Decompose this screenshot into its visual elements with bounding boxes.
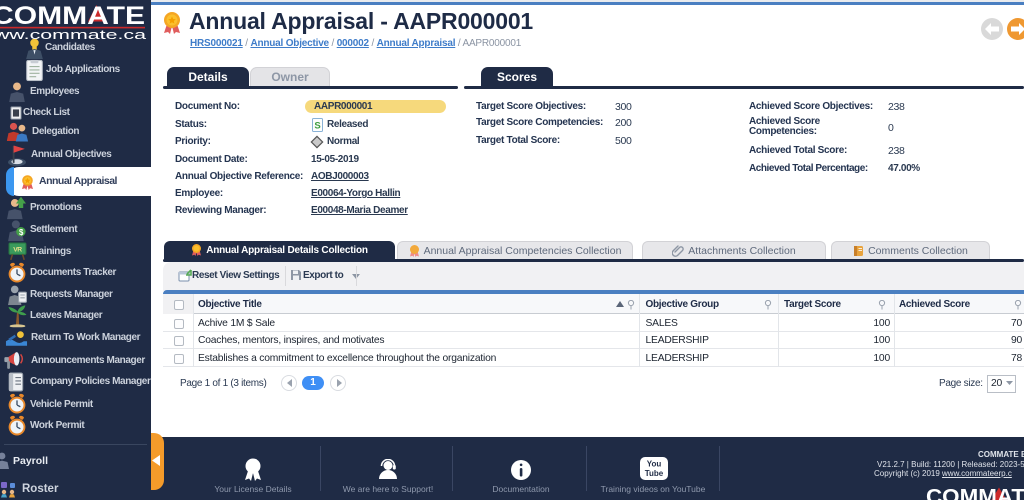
svg-text:S: S	[314, 121, 320, 132]
svg-text:COMMATE: COMMATE	[926, 486, 1024, 500]
svg-text:VR: VR	[13, 247, 22, 254]
svg-text:Tube: Tube	[645, 469, 664, 478]
svg-text:You: You	[647, 460, 662, 469]
svg-text:ww.commate.ca: ww.commate.ca	[0, 28, 146, 42]
svg-text:COMMATE: COMMATE	[0, 2, 145, 30]
